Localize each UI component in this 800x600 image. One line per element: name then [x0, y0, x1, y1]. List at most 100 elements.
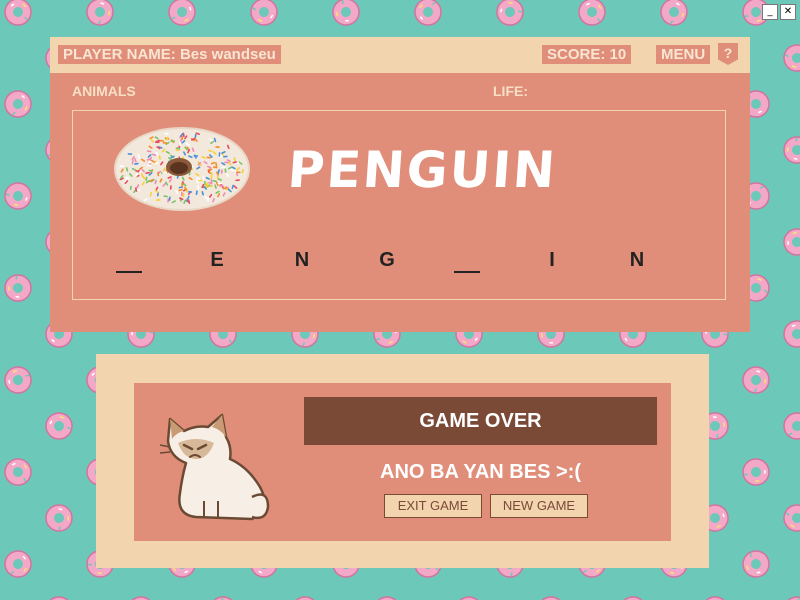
new-game-button[interactable]: NEW GAME	[490, 494, 588, 518]
donut-icon	[535, 594, 567, 600]
sprinkle	[217, 178, 223, 181]
sprinkle	[149, 191, 153, 197]
sprinkle	[208, 181, 213, 185]
game-over-panel: GAME OVER ANO BA YAN BES >:( EXIT GAME N…	[134, 383, 671, 541]
donut-icon	[778, 223, 800, 261]
donut-icon	[4, 0, 32, 26]
donut-icon	[203, 590, 243, 600]
donut-icon	[39, 498, 79, 538]
letter-slot: E	[210, 249, 224, 271]
sprinkle	[210, 161, 216, 165]
donut-icon	[780, 317, 800, 351]
word-panel: PENGUIN E N G I N	[72, 110, 726, 300]
letter-slot: N	[294, 249, 310, 271]
player-name-tag: PLAYER NAME: Bes wandseu	[58, 45, 281, 64]
help-icon[interactable]: ?	[718, 43, 738, 65]
game-over-banner: GAME OVER	[304, 397, 657, 445]
donut-icon	[450, 591, 488, 600]
header-bar: PLAYER NAME: Bes wandseu SCORE: 10 MENU …	[50, 37, 750, 73]
sprinkle	[149, 136, 154, 140]
donut-icon	[613, 590, 653, 600]
sprinkle	[163, 195, 168, 198]
donut-icon	[737, 453, 775, 491]
answer-word: PENGUIN	[285, 141, 559, 199]
sprinkle	[233, 157, 236, 162]
sprinkle	[216, 181, 219, 187]
window-controls: _ ✕	[762, 4, 796, 20]
donut-icon	[0, 361, 37, 399]
category-label: ANIMALS	[72, 83, 136, 99]
sprinkle	[140, 172, 144, 178]
donut-icon	[2, 548, 34, 580]
donut-icon	[576, 0, 608, 28]
sprinkle	[208, 149, 213, 153]
donut-icon	[700, 595, 730, 600]
sprinkle	[183, 199, 187, 204]
sprinkle	[188, 155, 193, 159]
donut-icon	[165, 0, 199, 29]
donut-icon	[490, 0, 530, 32]
donut-icon	[0, 268, 38, 308]
donut-icon	[327, 0, 365, 31]
close-icon[interactable]: ✕	[780, 4, 796, 20]
sprinkle	[241, 169, 245, 174]
sprinkle	[191, 147, 195, 152]
exit-game-button[interactable]: EXIT GAME	[384, 494, 482, 518]
sprinkle	[207, 197, 210, 202]
donut-icon	[125, 594, 157, 600]
score-label: SCORE:	[547, 46, 606, 63]
letter-slot: G	[379, 249, 395, 271]
sprinkle	[134, 158, 137, 163]
sprinkle	[154, 179, 157, 185]
sprinkle	[167, 176, 172, 179]
sprinkle	[158, 155, 161, 160]
sprinkle	[214, 184, 217, 189]
result-message: ANO BA YAN BES >:(	[380, 461, 581, 483]
sprinkle	[124, 177, 128, 183]
sprinkle	[134, 187, 138, 192]
sprinkle	[205, 176, 210, 180]
sprinkle	[222, 187, 228, 190]
donut-icon	[1, 87, 35, 121]
minimize-icon[interactable]: _	[762, 4, 778, 20]
donut-icon	[246, 0, 282, 30]
sprinkle	[207, 165, 212, 169]
sprinkle	[184, 186, 187, 191]
player-label: PLAYER NAME:	[63, 46, 176, 63]
sprinkle	[134, 162, 139, 165]
sprinkle	[215, 162, 218, 167]
score-value: 10	[609, 46, 627, 63]
donut-icon	[780, 501, 800, 535]
sprinkle-donut-icon	[114, 127, 250, 211]
sprinkle	[125, 176, 130, 180]
sprinkle	[212, 166, 218, 169]
sprinkle	[207, 168, 213, 171]
grumpy-cat-icon	[159, 413, 270, 521]
sprinkle	[151, 153, 157, 156]
sprinkle	[212, 179, 217, 183]
donut-icon	[40, 591, 78, 600]
sprinkle	[206, 182, 209, 187]
game-over-dialog: GAME OVER ANO BA YAN BES >:( EXIT GAME N…	[96, 354, 709, 568]
letter-slot: N	[629, 249, 645, 271]
donut-icon	[737, 361, 775, 399]
donut-icon	[777, 130, 800, 170]
sprinkle	[217, 169, 220, 174]
donut-icon	[413, 0, 443, 27]
sprinkle	[129, 185, 132, 191]
sprinkle	[135, 188, 141, 192]
sprinkle	[137, 154, 140, 159]
life-label: LIFE:	[493, 83, 528, 99]
donut-icon	[0, 177, 37, 215]
sprinkle	[229, 168, 235, 172]
donut-icon	[778, 591, 800, 600]
donut-icon	[738, 546, 774, 582]
sprinkle	[195, 132, 200, 136]
menu-button[interactable]: MENU	[656, 45, 711, 64]
sprinkle	[186, 195, 190, 201]
sprinkle	[232, 161, 237, 164]
sprinkle	[191, 137, 196, 141]
donut-icon	[368, 591, 406, 600]
donut-icon	[2, 456, 34, 488]
donut-icon	[778, 39, 800, 77]
